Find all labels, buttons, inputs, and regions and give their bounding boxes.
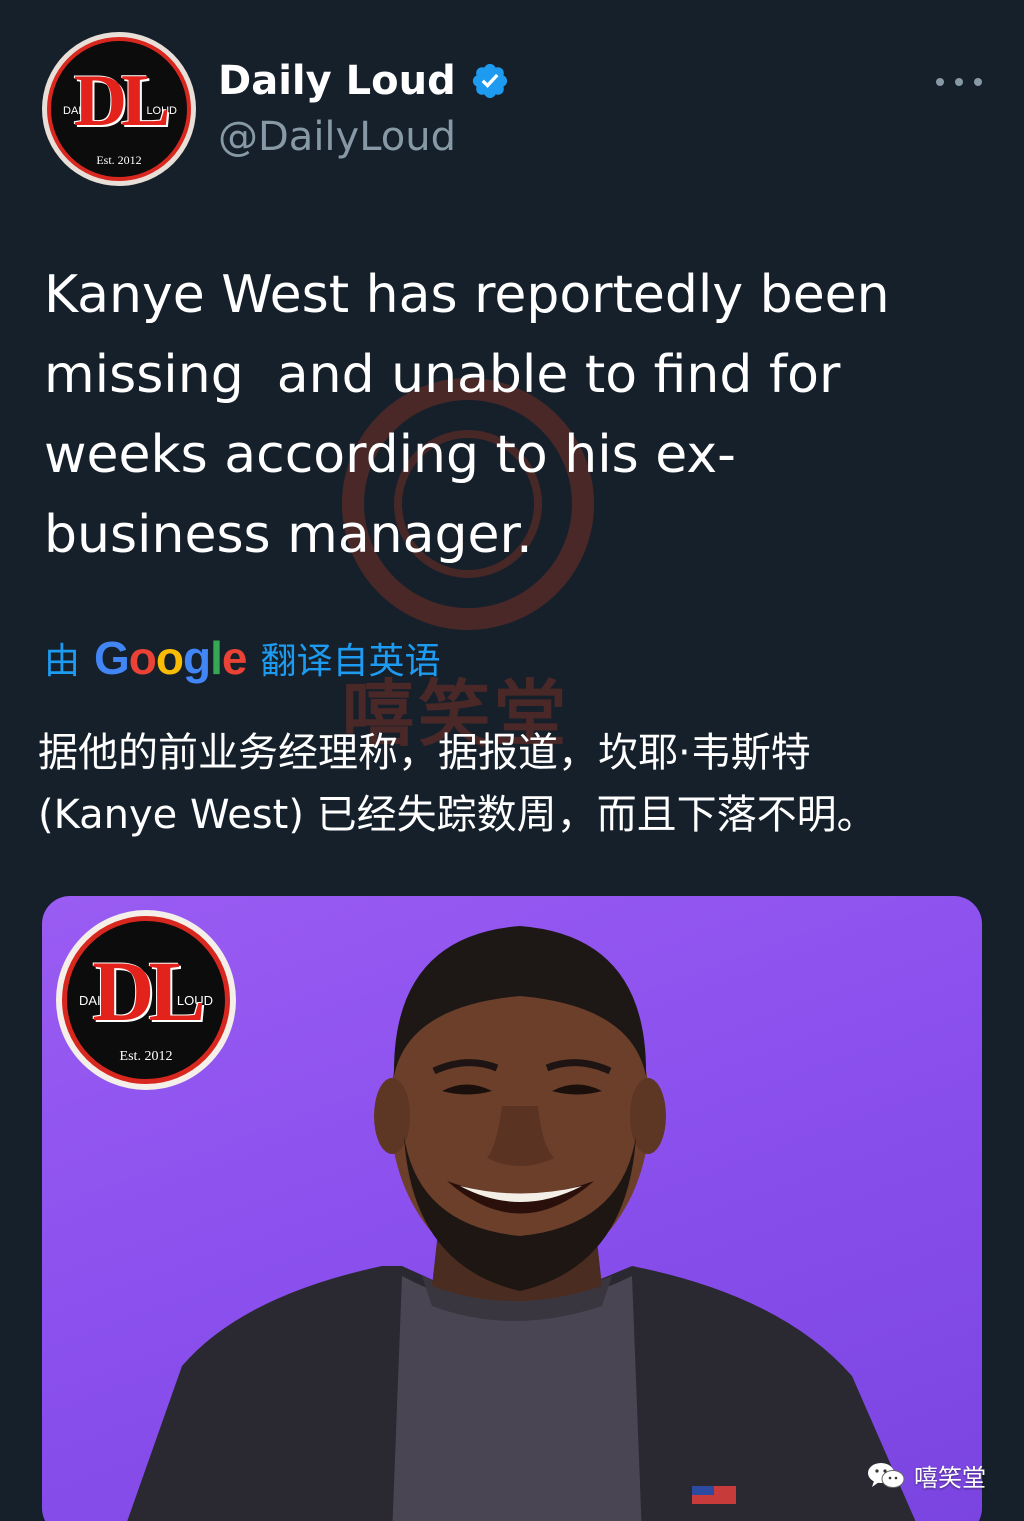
- display-name-text: Daily Loud: [218, 58, 456, 104]
- verified-badge-icon: [472, 63, 507, 99]
- author-display-name[interactable]: Daily Loud: [218, 58, 510, 104]
- translate-prefix: 由: [44, 641, 81, 682]
- more-dot: [974, 78, 982, 86]
- tweet-text: Kanye West has reportedly been missing a…: [44, 265, 890, 565]
- logo-letters: DL: [92, 943, 205, 1039]
- more-dot: [936, 78, 944, 86]
- caption-text: 嘻笑堂: [914, 1464, 986, 1492]
- logo-est: Est. 2012: [96, 153, 142, 167]
- translated-text: 据他的前业务经理称，据报道，坎耶·韦斯特 (Kanye West) 已经失踪数周…: [38, 730, 877, 838]
- daily-loud-logo-icon: DAILY LOUD DL Est. 2012: [47, 37, 191, 181]
- more-dot: [955, 78, 963, 86]
- author-avatar[interactable]: DAILY LOUD DL Est. 2012: [42, 32, 196, 186]
- tweet-page: DAILY LOUD DL Est. 2012 Daily Loud @Dail…: [0, 0, 1024, 1521]
- wechat-icon: [868, 1462, 905, 1488]
- logo-letters: DL: [73, 60, 171, 142]
- author-handle[interactable]: @DailyLoud: [218, 114, 456, 160]
- tweet-media-image[interactable]: DAILY LOUD DL Est. 2012: [42, 896, 982, 1521]
- more-horizontal-icon[interactable]: [936, 68, 982, 96]
- daily-loud-logo-icon: DAILY LOUD DL Est. 2012: [62, 916, 230, 1084]
- translate-suffix: 翻译自英语: [260, 641, 441, 682]
- translate-row[interactable]: 由 Google 翻译自英语: [44, 628, 441, 688]
- media-logo: DAILY LOUD DL Est. 2012: [56, 910, 236, 1090]
- wechat-caption: 嘻笑堂: [866, 1458, 986, 1493]
- logo-est: Est. 2012: [119, 1049, 173, 1064]
- google-logo: Google: [94, 632, 247, 684]
